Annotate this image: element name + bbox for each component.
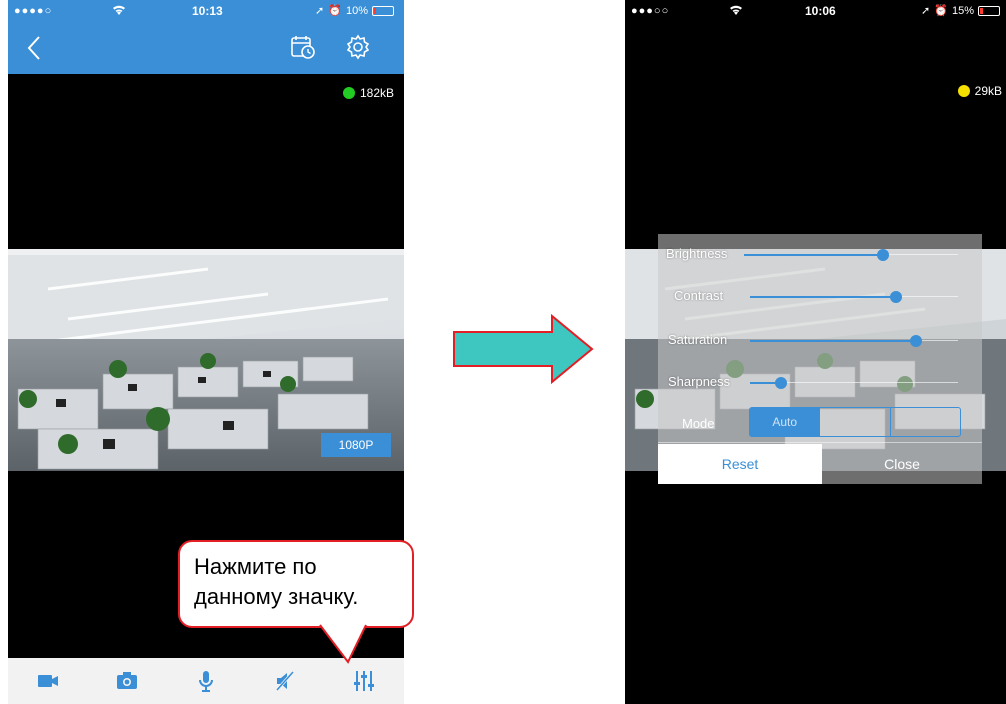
signal-strength: ●●●○○ [631,5,670,17]
connection-status-dot [957,85,970,97]
saturation-label: Saturation [668,332,728,347]
battery-percent: 15% [951,4,974,17]
camera-icon[interactable] [107,661,147,701]
mode-label: Mode [682,416,715,431]
callout-pointer [319,624,367,664]
alarm-icon: ⏰ [934,5,948,17]
battery-icon [978,5,1000,16]
callout-line-1: Нажмите по [194,554,317,579]
panel-divider [658,442,982,443]
bitrate-indicator: 29kB [957,84,1002,98]
connection-status-dot [342,87,355,99]
instruction-callout: Нажмите по данному значку. [178,540,414,628]
status-right: ➚ ⏰ 10% [315,4,394,17]
contrast-label: Contrast [674,288,724,303]
contrast-slider[interactable]: Contrast [658,284,982,308]
brightness-slider[interactable]: Brightness [658,242,982,266]
playback-calendar-icon[interactable] [290,34,316,60]
image-settings-panel: Brightness Contrast Saturation Sharpness [658,234,982,484]
mode-option-2[interactable] [820,408,891,436]
callout-line-2: данному значку. [194,584,359,609]
transition-arrow [453,314,594,384]
navigation-bar [8,22,404,74]
clock: 10:13 [192,4,223,18]
resolution-button[interactable]: 1080P [321,433,391,457]
bitrate-value: 29kB [974,84,1002,98]
sharpness-label: Sharpness [668,374,731,389]
speaker-muted-icon[interactable] [265,661,305,701]
brightness-label: Brightness [666,246,728,261]
battery-percent: 10% [345,4,368,17]
status-right: ➚ ⏰ 15% [921,4,1000,17]
mode-option-3[interactable] [891,408,960,436]
alarm-icon: ⏰ [328,5,342,17]
signal-strength: ●●●●○ [14,5,53,17]
sliders-icon[interactable] [344,661,384,701]
status-bar: ●●●●○ 10:13 ➚ ⏰ 10% [8,0,404,22]
bitrate-indicator: 182kB [342,86,394,100]
mode-segmented-control: Auto [749,407,961,437]
wifi-icon [112,4,126,19]
back-chevron-icon[interactable] [22,33,46,63]
brightness-knob[interactable] [877,249,890,261]
bitrate-value: 182kB [359,86,394,100]
settings-gear-icon[interactable] [343,32,373,62]
location-arrow-icon: ➚ [921,5,931,17]
right-phone-screen: ●●●○○ 10:06 ➚ ⏰ 15% 29kB Brightness Cont… [625,0,1006,704]
sharpness-knob[interactable] [775,377,788,389]
microphone-icon[interactable] [186,661,226,701]
battery-icon [372,5,394,16]
sharpness-slider[interactable]: Sharpness [658,370,982,394]
bottom-toolbar [8,658,404,704]
mode-auto-option[interactable]: Auto [750,408,821,436]
reset-button[interactable]: Reset [658,444,822,484]
saturation-knob[interactable] [910,335,923,347]
contrast-knob[interactable] [889,291,902,303]
saturation-slider[interactable]: Saturation [658,328,982,352]
status-bar: ●●●○○ 10:06 ➚ ⏰ 15% [625,0,1006,22]
tutorial-figure: ●●●●○ 10:13 ➚ ⏰ 10% 182kB 1080P Нажмите … [0,0,1006,704]
video-camera-icon[interactable] [28,661,68,701]
clock: 10:06 [805,4,836,18]
close-button[interactable]: Close [822,444,982,484]
location-arrow-icon: ➚ [315,5,325,17]
wifi-icon [729,4,743,19]
